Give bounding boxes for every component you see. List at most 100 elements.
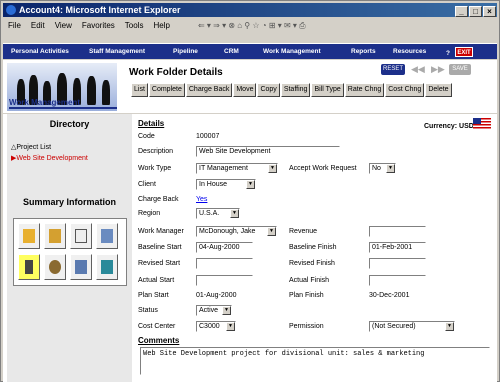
actual-start-field[interactable] [196, 275, 253, 286]
calculator-icon[interactable] [96, 254, 118, 280]
comments-heading: Comments [138, 336, 180, 345]
currency-label: Currency: USD [424, 123, 474, 130]
page-header: Work Management Work Folder Details RESE… [3, 60, 497, 113]
nav-resources[interactable]: Resources [393, 44, 426, 60]
menu-view[interactable]: View [50, 18, 77, 34]
title-bar: Account4: Microsoft Internet Explorer _ … [3, 3, 497, 17]
client-select[interactable]: In House ▼ [196, 179, 256, 190]
cost-chng-button[interactable]: Cost Chng [385, 83, 425, 97]
comments-textarea[interactable]: Web Site Development project for divisio… [140, 347, 490, 375]
dropdown-arrow-icon: ▼ [230, 209, 239, 218]
cost-center-label: Cost Center [138, 323, 176, 330]
work-manager-value: McDonough, Jake [199, 228, 256, 235]
menu-edit[interactable]: Edit [26, 18, 50, 34]
actual-start-label: Actual Start [138, 277, 175, 284]
status-value: Active [199, 307, 219, 314]
directory-item-web-site-development[interactable]: ▶Web Site Development [11, 154, 88, 162]
copy-button[interactable]: Copy [257, 83, 280, 97]
directory-title: Directory [49, 119, 90, 129]
menu-file[interactable]: File [3, 18, 26, 34]
permission-value: (Not Secured) [372, 323, 416, 330]
menu-help[interactable]: Help [148, 18, 174, 34]
documents-icon[interactable] [70, 223, 92, 249]
prev-arrow-icon[interactable]: ◀◀ [411, 64, 425, 75]
maximize-button[interactable]: □ [469, 6, 482, 17]
page-title: Work Folder Details [129, 67, 223, 78]
status-select[interactable]: Active ▼ [196, 305, 232, 316]
nav-pipeline[interactable]: Pipeline [173, 44, 198, 60]
save-button[interactable]: SAVE [449, 64, 471, 75]
rate-chng-button[interactable]: Rate Chng [344, 83, 385, 97]
region-select[interactable]: U.S.A. ▼ [196, 208, 240, 219]
baseline-finish-field[interactable]: 01-Feb-2001 [369, 242, 426, 253]
next-arrow-icon[interactable]: ▶▶ [431, 64, 445, 75]
tools-icon[interactable] [96, 223, 118, 249]
move-button[interactable]: Move [233, 83, 257, 97]
accept-work-request-select[interactable]: No ▼ [369, 163, 396, 174]
work-type-value: IT Management [199, 165, 248, 172]
cost-center-select[interactable]: C3000 ▼ [196, 321, 236, 332]
description-field[interactable]: Web Site Development [196, 146, 340, 157]
charge-back-button[interactable]: Charge Back [185, 83, 233, 97]
revised-finish-field[interactable] [369, 258, 426, 269]
status-label: Status [138, 307, 158, 314]
work-manager-label: Work Manager [138, 228, 184, 235]
cost-center-value: C3000 [199, 323, 220, 330]
accept-value: No [372, 165, 381, 172]
accept-work-request-label: Accept Work Request [289, 165, 357, 172]
work-manager-select[interactable]: McDonough, Jake ▼ [196, 226, 277, 237]
nav-crm[interactable]: CRM [224, 44, 239, 60]
nav-staff-management[interactable]: Staff Management [89, 44, 145, 60]
list-button[interactable]: List [131, 83, 148, 97]
browser-window: Account4: Microsoft Internet Explorer _ … [0, 0, 500, 382]
alert-folder-icon[interactable] [18, 223, 40, 249]
revised-start-label: Revised Start [138, 260, 181, 267]
directory-item-label: Web Site Development [16, 155, 88, 162]
menu-favorites[interactable]: Favorites [77, 18, 120, 34]
folder-list-icon[interactable] [44, 223, 66, 249]
nav-work-management[interactable]: Work Management [263, 44, 321, 60]
directory-item-label: Project List [16, 144, 52, 151]
ledger-icon[interactable] [70, 254, 92, 280]
dropdown-arrow-icon: ▼ [226, 322, 235, 331]
money-bag-icon[interactable] [44, 254, 66, 280]
exit-button[interactable]: EXIT [455, 47, 473, 57]
code-label: Code [138, 133, 155, 140]
dropdown-arrow-icon: ▼ [246, 180, 255, 189]
description-label: Description [138, 148, 174, 155]
app-nav-bar: Personal Activities Staff Management Pip… [3, 43, 497, 59]
summary-title: Summary Information [22, 197, 116, 207]
plan-start-value: 01-Aug-2000 [196, 292, 237, 299]
actual-finish-field[interactable] [369, 275, 426, 286]
close-button[interactable]: × [483, 6, 496, 17]
region-label: Region [138, 210, 161, 217]
charge-back-link[interactable]: Yes [196, 196, 207, 203]
code-value: 100007 [196, 133, 220, 140]
permission-label: Permission [289, 323, 324, 330]
help-icon[interactable]: ? [443, 46, 453, 58]
baseline-start-field[interactable]: 04-Aug-2000 [196, 242, 253, 253]
staffing-button[interactable]: Staffing [280, 83, 311, 97]
section-label: Work Management [9, 98, 117, 109]
client-label: Client [138, 181, 156, 188]
revenue-field[interactable] [369, 226, 426, 237]
menu-tools[interactable]: Tools [120, 18, 149, 34]
plan-finish-label: Plan Finish [289, 292, 324, 299]
minimize-button[interactable]: _ [455, 6, 468, 17]
nav-personal-activities[interactable]: Personal Activities [11, 44, 69, 60]
charge-back-label: Charge Back [138, 196, 179, 203]
permission-select[interactable]: (Not Secured) ▼ [369, 321, 455, 332]
revised-start-field[interactable] [196, 258, 253, 269]
dropdown-arrow-icon: ▼ [386, 164, 395, 173]
hourglass-icon[interactable] [18, 254, 40, 280]
nav-reports[interactable]: Reports [351, 44, 376, 60]
work-type-select[interactable]: IT Management ▼ [196, 163, 278, 174]
toolbar-nav-icons[interactable]: ⇐ ▾ ⇒ ▾ ⊗ ⌂ ⚲ ☆ ◔ ⊞ ▾ ✉ ▾ ⎙ [193, 18, 311, 34]
directory-item-project-list[interactable]: △Project List [11, 143, 51, 151]
complete-button[interactable]: Complete [148, 83, 185, 97]
region-value: U.S.A. [199, 210, 220, 217]
delete-button[interactable]: Delete [425, 83, 452, 97]
reset-button[interactable]: RESET [381, 64, 405, 75]
bill-type-button[interactable]: Bill Type [311, 83, 344, 97]
plan-finish-value: 30-Dec-2001 [369, 292, 410, 299]
